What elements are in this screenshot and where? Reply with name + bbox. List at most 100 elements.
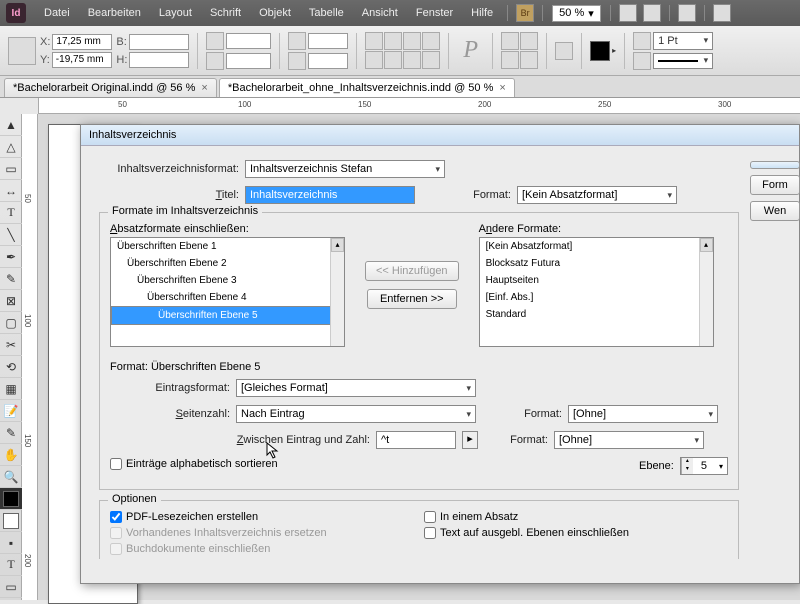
menu-objekt[interactable]: Objekt [251, 3, 299, 23]
scissors-tool-icon[interactable]: ✂ [0, 334, 22, 356]
menu-tabelle[interactable]: Tabelle [301, 3, 352, 23]
gradient-tool-icon[interactable]: ▦ [0, 378, 22, 400]
screen-mode-icon[interactable] [678, 4, 696, 22]
list-item[interactable]: Standard [480, 306, 713, 323]
stroke-swatch[interactable] [0, 510, 22, 532]
fill-stroke-swatch[interactable] [0, 488, 22, 510]
wrap-icon[interactable] [520, 51, 538, 69]
rectangle-tool-icon[interactable]: ▢ [0, 312, 22, 334]
document-tab[interactable]: *Bachelorarbeit Original.indd @ 56 %× [4, 78, 217, 97]
page-tool-icon[interactable]: ▭ [0, 158, 22, 180]
pdf-bookmarks-checkbox[interactable]: PDF-Lesezeichen erstellen [110, 511, 414, 523]
stroke-style-select[interactable] [653, 53, 713, 69]
flip-v-icon[interactable] [422, 32, 440, 50]
close-icon[interactable]: × [201, 82, 207, 94]
rotate-ccw-icon[interactable] [365, 32, 383, 50]
view-mode-icon[interactable] [619, 4, 637, 22]
corner-icon[interactable] [555, 42, 573, 60]
wrap-icon[interactable] [520, 32, 538, 50]
include-listbox[interactable]: Überschriften Ebene 1 Überschriften Eben… [110, 237, 345, 347]
special-char-icon[interactable]: ▸ [462, 431, 478, 449]
free-transform-tool-icon[interactable]: ⟲ [0, 356, 22, 378]
view-mode-icon[interactable]: ▭ [0, 576, 22, 598]
transform-icon[interactable] [365, 51, 383, 69]
form-button[interactable]: Form [750, 175, 800, 195]
format-container-icon[interactable]: T [0, 554, 22, 576]
scale-y-icon[interactable] [206, 52, 224, 70]
shear-input[interactable] [308, 53, 348, 69]
scrollbar[interactable]: ▴ [699, 238, 713, 346]
w-input[interactable] [129, 34, 189, 50]
close-icon[interactable]: × [499, 82, 505, 94]
eyedropper-tool-icon[interactable]: ✎ [0, 422, 22, 444]
pencil-tool-icon[interactable]: ✎ [0, 268, 22, 290]
y-input[interactable] [52, 52, 112, 68]
x-input[interactable] [52, 34, 112, 50]
step-down-icon[interactable]: ▾ [681, 466, 693, 474]
scale-x-input[interactable] [226, 33, 271, 49]
remove-button[interactable]: Entfernen >> [367, 289, 457, 309]
rotate-cw-icon[interactable] [384, 32, 402, 50]
menu-fenster[interactable]: Fenster [408, 3, 461, 23]
menu-schrift[interactable]: Schrift [202, 3, 249, 23]
rightformat1-select[interactable]: [Ohne] [568, 405, 718, 423]
list-item[interactable]: Überschriften Ebene 3 [111, 272, 344, 289]
between-input[interactable]: ^t [376, 431, 456, 449]
transform-icon[interactable] [422, 51, 440, 69]
paragraph-icon[interactable]: P [457, 37, 484, 64]
arrange-icon[interactable] [713, 4, 731, 22]
line-tool-icon[interactable]: ╲ [0, 224, 22, 246]
list-item[interactable]: Überschriften Ebene 5 [111, 306, 344, 325]
list-item[interactable]: Überschriften Ebene 1 [111, 238, 344, 255]
fewer-button[interactable]: Wen [750, 201, 800, 221]
zoom-tool-icon[interactable]: 🔍 [0, 466, 22, 488]
transform-icon[interactable] [384, 51, 402, 69]
list-item[interactable]: Hauptseiten [480, 272, 713, 289]
menu-ansicht[interactable]: Ansicht [354, 3, 406, 23]
selection-tool-icon[interactable]: ▲ [0, 114, 22, 136]
tocformat-select[interactable]: Inhaltsverzeichnis Stefan [245, 160, 445, 178]
gap-tool-icon[interactable]: ↔ [0, 180, 22, 202]
apply-color-icon[interactable]: ▪ [0, 532, 22, 554]
hidden-layers-checkbox[interactable]: Text auf ausgebl. Ebenen einschließen [424, 527, 728, 539]
rectangle-frame-tool-icon[interactable]: ⊠ [0, 290, 22, 312]
other-listbox[interactable]: [Kein Absatzformat] Blocksatz Futura Hau… [479, 237, 714, 347]
scale-y-input[interactable] [226, 53, 271, 69]
menu-layout[interactable]: Layout [151, 3, 200, 23]
note-tool-icon[interactable]: 📝 [0, 400, 22, 422]
list-item[interactable]: [Kein Absatzformat] [480, 238, 713, 255]
scale-x-icon[interactable] [206, 32, 224, 50]
ok-button[interactable] [750, 161, 800, 169]
h-input[interactable] [129, 52, 189, 68]
runon-checkbox[interactable]: In einem Absatz [424, 511, 728, 523]
shear-icon[interactable] [288, 52, 306, 70]
wrap-icon[interactable] [501, 51, 519, 69]
flip-h-icon[interactable] [403, 32, 421, 50]
zoom-selector[interactable]: 50 %▾ [552, 5, 601, 22]
transform-icon[interactable] [403, 51, 421, 69]
list-item[interactable]: Überschriften Ebene 2 [111, 255, 344, 272]
pagenum-select[interactable]: Nach Eintrag [236, 405, 476, 423]
level-stepper[interactable]: ▴▾ 5 ▾ [680, 457, 728, 475]
list-item[interactable]: Überschriften Ebene 4 [111, 289, 344, 306]
alpha-checkbox[interactable]: Einträge alphabetisch sortieren [110, 458, 278, 470]
bridge-icon[interactable]: Br [516, 4, 534, 22]
fill-swatch[interactable] [590, 41, 610, 61]
menu-bearbeiten[interactable]: Bearbeiten [80, 3, 149, 23]
pen-tool-icon[interactable]: ✒ [0, 246, 22, 268]
menu-datei[interactable]: Datei [36, 3, 78, 23]
direct-selection-tool-icon[interactable]: △ [0, 136, 22, 158]
rotate-input[interactable] [308, 33, 348, 49]
rightformat2-select[interactable]: [Ohne] [554, 431, 704, 449]
title-input[interactable]: Inhaltsverzeichnis [245, 186, 415, 204]
document-tab[interactable]: *Bachelorarbeit_ohne_Inhaltsverzeichnis.… [219, 78, 515, 97]
titleformat-select[interactable]: [Kein Absatzformat] [517, 186, 677, 204]
menu-hilfe[interactable]: Hilfe [463, 3, 501, 23]
scrollbar[interactable]: ▴ [330, 238, 344, 346]
type-tool-icon[interactable]: T [0, 202, 22, 224]
stroke-weight-select[interactable]: 1 Pt [653, 32, 713, 50]
hand-tool-icon[interactable]: ✋ [0, 444, 22, 466]
step-up-icon[interactable]: ▴ [681, 458, 693, 466]
reference-point-icon[interactable] [8, 37, 36, 65]
view-mode-icon[interactable] [643, 4, 661, 22]
